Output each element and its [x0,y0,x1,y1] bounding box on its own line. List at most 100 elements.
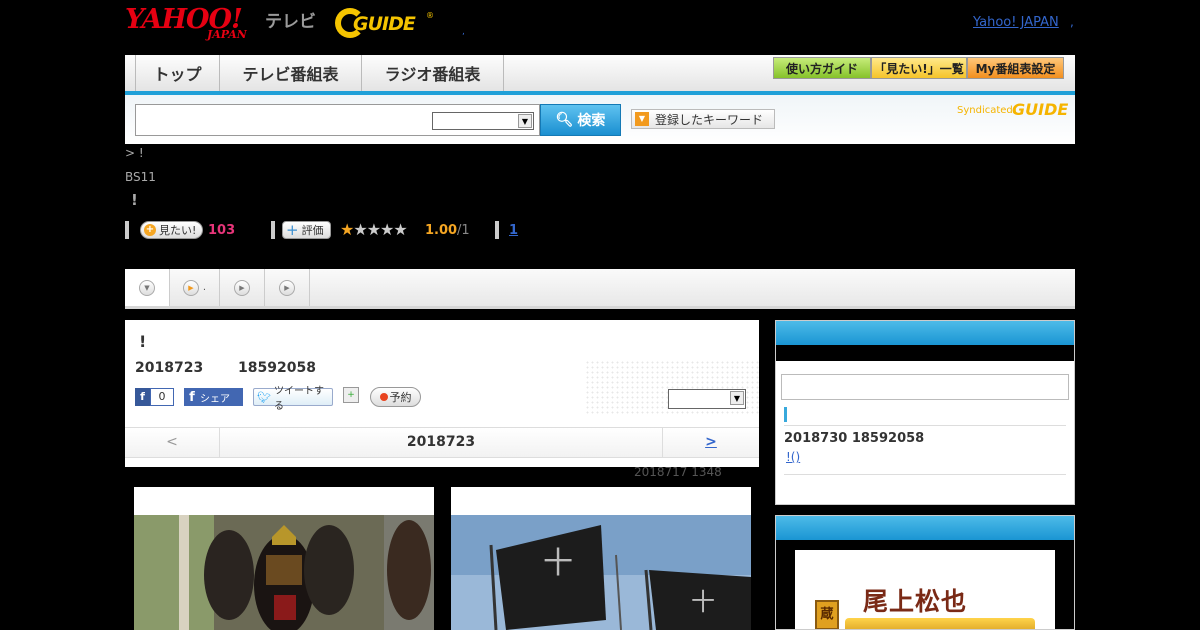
search-area: ▼ 🔍︎ 検索 ▼ 登録したキーワード Syndicated GUIDE [125,95,1075,144]
record-label: 予約 [389,391,412,404]
my-listings-settings-button[interactable]: My番組表設定 [967,57,1064,79]
breadcrumb: > ! [125,146,144,160]
next-broadcast-widget: 2018730 18592058 !() [775,320,1075,505]
broadcast-date: 2018723 [135,360,204,376]
syndicated-label: Syndicated [957,105,1013,116]
tab-3[interactable]: ▶ [220,269,265,306]
tweet-label: ツイートする [273,386,324,412]
star-empty-icon: ★ [366,220,381,239]
rating-value: 1.00 [425,223,458,238]
svg-text:十: 十 [543,546,573,581]
star-empty-icon: ★ [380,220,394,239]
plus-icon: + [144,224,156,236]
date-navigation: < 2018723 > [125,427,759,458]
panel-title: ! [139,332,147,351]
header-separator: , [462,27,465,37]
tab-4[interactable]: ▶ [265,269,310,306]
ad-widget: 尾上松也 蔵 [775,515,1075,630]
samurai-photo [134,515,434,630]
stat-divider [495,221,499,239]
main-nav: トップ テレビ番組表 ラジオ番組表 使い方ガイド 「見たい!」一覧 My番組表設… [125,55,1075,91]
divider [784,425,1066,426]
saved-keywords-button[interactable]: ▼ 登録したキーワード [631,109,775,129]
ad-kura-badge: 蔵 [815,600,839,629]
star-empty-icon: ★ [393,220,407,239]
panel-select[interactable]: ▼ [668,389,746,409]
channel-name: BS11 [125,170,156,184]
current-date-label: 2018723 [220,428,663,457]
search-button[interactable]: 🔍︎ 検索 [540,104,621,136]
twitter-bird-icon: 🐦︎ [257,390,271,404]
ad-banner[interactable]: 尾上松也 蔵 [795,550,1055,629]
stat-divider [271,221,275,239]
usage-guide-button[interactable]: 使い方ガイド [773,57,871,79]
next-broadcast-date: 2018730 18592058 [784,431,925,446]
star-filled-icon: ★ [340,220,354,239]
saved-keywords-label: 登録したキーワード [655,112,764,127]
nav-tab-radio-listings[interactable]: ラジオ番組表 [362,55,504,91]
next-broadcast-link[interactable]: !() [786,450,800,464]
widget-header [776,321,1074,345]
nav-tab-top[interactable]: トップ [135,55,220,91]
rate-button[interactable]: + 評価 [282,221,331,239]
play-icon: ▶ [279,279,295,296]
want-count: 103 [208,223,236,238]
prev-date-button[interactable]: < [125,428,220,457]
facebook-like-button[interactable]: f 0 [135,388,174,406]
plus-icon: + [286,221,299,239]
play-icon: ▶ [182,279,199,296]
gguide-small-logo: GUIDE [1012,100,1069,119]
rating-count: /1 [457,223,470,238]
review-count-link[interactable]: 1 [509,223,518,238]
banners-photo: 十 十 [451,515,751,630]
play-icon: ▶ [234,279,250,296]
facebook-like-count: 0 [150,388,174,406]
tweet-button[interactable]: 🐦︎ ツイートする [253,386,333,412]
program-image-banners[interactable]: 十 十 [451,487,751,630]
tab-2[interactable]: ▶ . [170,269,220,306]
japan-logo-text: JAPAN [207,28,247,41]
facebook-icon: f [135,388,150,406]
gguide-logo[interactable]: GUIDE ® [335,8,435,40]
divider [784,474,1066,475]
search-button-label: 検索 [577,113,606,129]
record-reserve-button[interactable]: 予約 [370,387,421,407]
chevron-down-icon: ▼ [139,279,155,296]
ad-widget-header [776,516,1074,540]
record-dot-icon [379,393,388,401]
want-button-label: 見たい! [159,224,197,237]
tv-logo-text[interactable]: テレビ [265,7,316,32]
chevron-down-icon: ▼ [730,391,744,405]
yahoo-japan-link[interactable]: Yahoo! JAPAN [973,15,1059,30]
program-tabs: ▼ ▶ . ▶ ▶ [125,269,1075,309]
stat-divider [125,221,129,239]
search-icon: 🔍︎ [555,112,574,128]
facebook-share-label: シェア [200,393,230,405]
broadcast-time: 18592058 [238,360,316,376]
next-date-link[interactable]: > [663,428,759,457]
yahoo-japan-logo[interactable]: YAHOO! JAPAN [125,4,263,42]
want-button[interactable]: + 見たい! [140,221,204,239]
ad-gold-title [845,618,1035,629]
facebook-share-button[interactable]: f シェア [184,388,243,406]
add-calendar-icon[interactable]: + [343,387,359,403]
section-marker [784,407,787,422]
want-list-button[interactable]: 「見たい!」一覧 [871,57,967,79]
svg-text:十: 十 [691,588,715,616]
tab-overview[interactable]: ▼ [125,269,170,306]
rating-stars: ★★★★★ [340,220,408,239]
widget-subheader [776,345,1074,361]
program-detail-panel: ! 2018723 18592058 f 0 f シェア 🐦︎ ツイートする +… [125,320,759,467]
tab-2-label: . [202,282,207,293]
ad-title: 尾上松也 [863,587,968,616]
facebook-icon: f [189,389,195,405]
program-image-samurai[interactable] [134,487,434,630]
header-link-separator: , [1070,15,1074,29]
nav-tab-tv-listings[interactable]: テレビ番組表 [220,55,362,91]
triangle-down-icon: ▼ [635,112,649,126]
updated-timestamp: 2018717 1348 [634,465,722,479]
widget-search-input[interactable] [781,374,1069,400]
search-category-select[interactable]: ▼ [432,112,534,130]
registered-mark: ® [426,11,434,20]
rate-button-label: 評価 [301,224,324,237]
